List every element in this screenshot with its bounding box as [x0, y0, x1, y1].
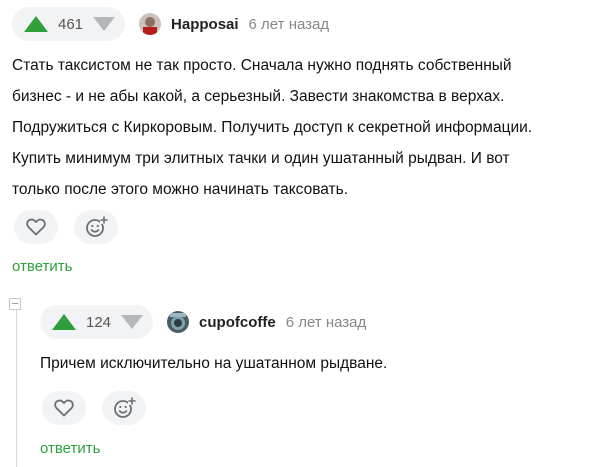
- comment-header: 461 Happosai 6 лет назад: [12, 7, 329, 41]
- emoji-add-icon: [86, 216, 108, 237]
- reply-link[interactable]: ответить: [40, 440, 100, 457]
- arrow-up-icon[interactable]: [24, 16, 48, 32]
- add-reaction-button[interactable]: [74, 210, 118, 244]
- text-line: только после этого можно начинать таксов…: [12, 181, 349, 198]
- comment-text: Стать таксистом не так просто. Сначала н…: [12, 50, 592, 205]
- text-line: Причем исключительно на ушатанном рыдван…: [40, 355, 388, 372]
- like-button[interactable]: [14, 210, 58, 244]
- add-reaction-button[interactable]: [102, 391, 146, 425]
- author-name[interactable]: Happosai: [171, 16, 239, 33]
- heart-icon: [54, 399, 74, 417]
- emoji-add-icon: [114, 397, 136, 418]
- collapse-icon[interactable]: [9, 298, 21, 310]
- like-button[interactable]: [42, 391, 86, 425]
- comment-actions: [42, 391, 146, 425]
- arrow-down-icon[interactable]: [121, 315, 144, 329]
- avatar[interactable]: [167, 311, 190, 333]
- comment-text: Причем исключительно на ушатанном рыдван…: [40, 348, 590, 379]
- vote-box: 461: [12, 7, 126, 41]
- vote-count: 124: [86, 313, 112, 331]
- timestamp[interactable]: 6 лет назад: [249, 16, 330, 33]
- reply-link[interactable]: ответить: [12, 258, 72, 275]
- thread-line[interactable]: [16, 305, 17, 467]
- avatar[interactable]: [139, 13, 162, 35]
- text-line: Купить минимум три элитных тачки и один …: [12, 150, 510, 167]
- heart-icon: [26, 218, 46, 236]
- timestamp[interactable]: 6 лет назад: [286, 314, 367, 331]
- comment-header: 124 cupofcoffe 6 лет назад: [40, 305, 366, 339]
- arrow-up-icon[interactable]: [52, 314, 76, 330]
- comment-actions: [14, 210, 118, 244]
- vote-box: 124: [40, 305, 154, 339]
- text-line: Стать таксистом не так просто. Сначала н…: [12, 57, 512, 74]
- text-line: Подружиться с Киркоровым. Получить досту…: [12, 119, 533, 136]
- text-line: бизнес - и не абы какой, а серьезный. За…: [12, 88, 505, 105]
- author-name[interactable]: cupofcoffe: [199, 314, 276, 331]
- vote-count: 461: [58, 15, 84, 33]
- arrow-down-icon[interactable]: [93, 17, 116, 31]
